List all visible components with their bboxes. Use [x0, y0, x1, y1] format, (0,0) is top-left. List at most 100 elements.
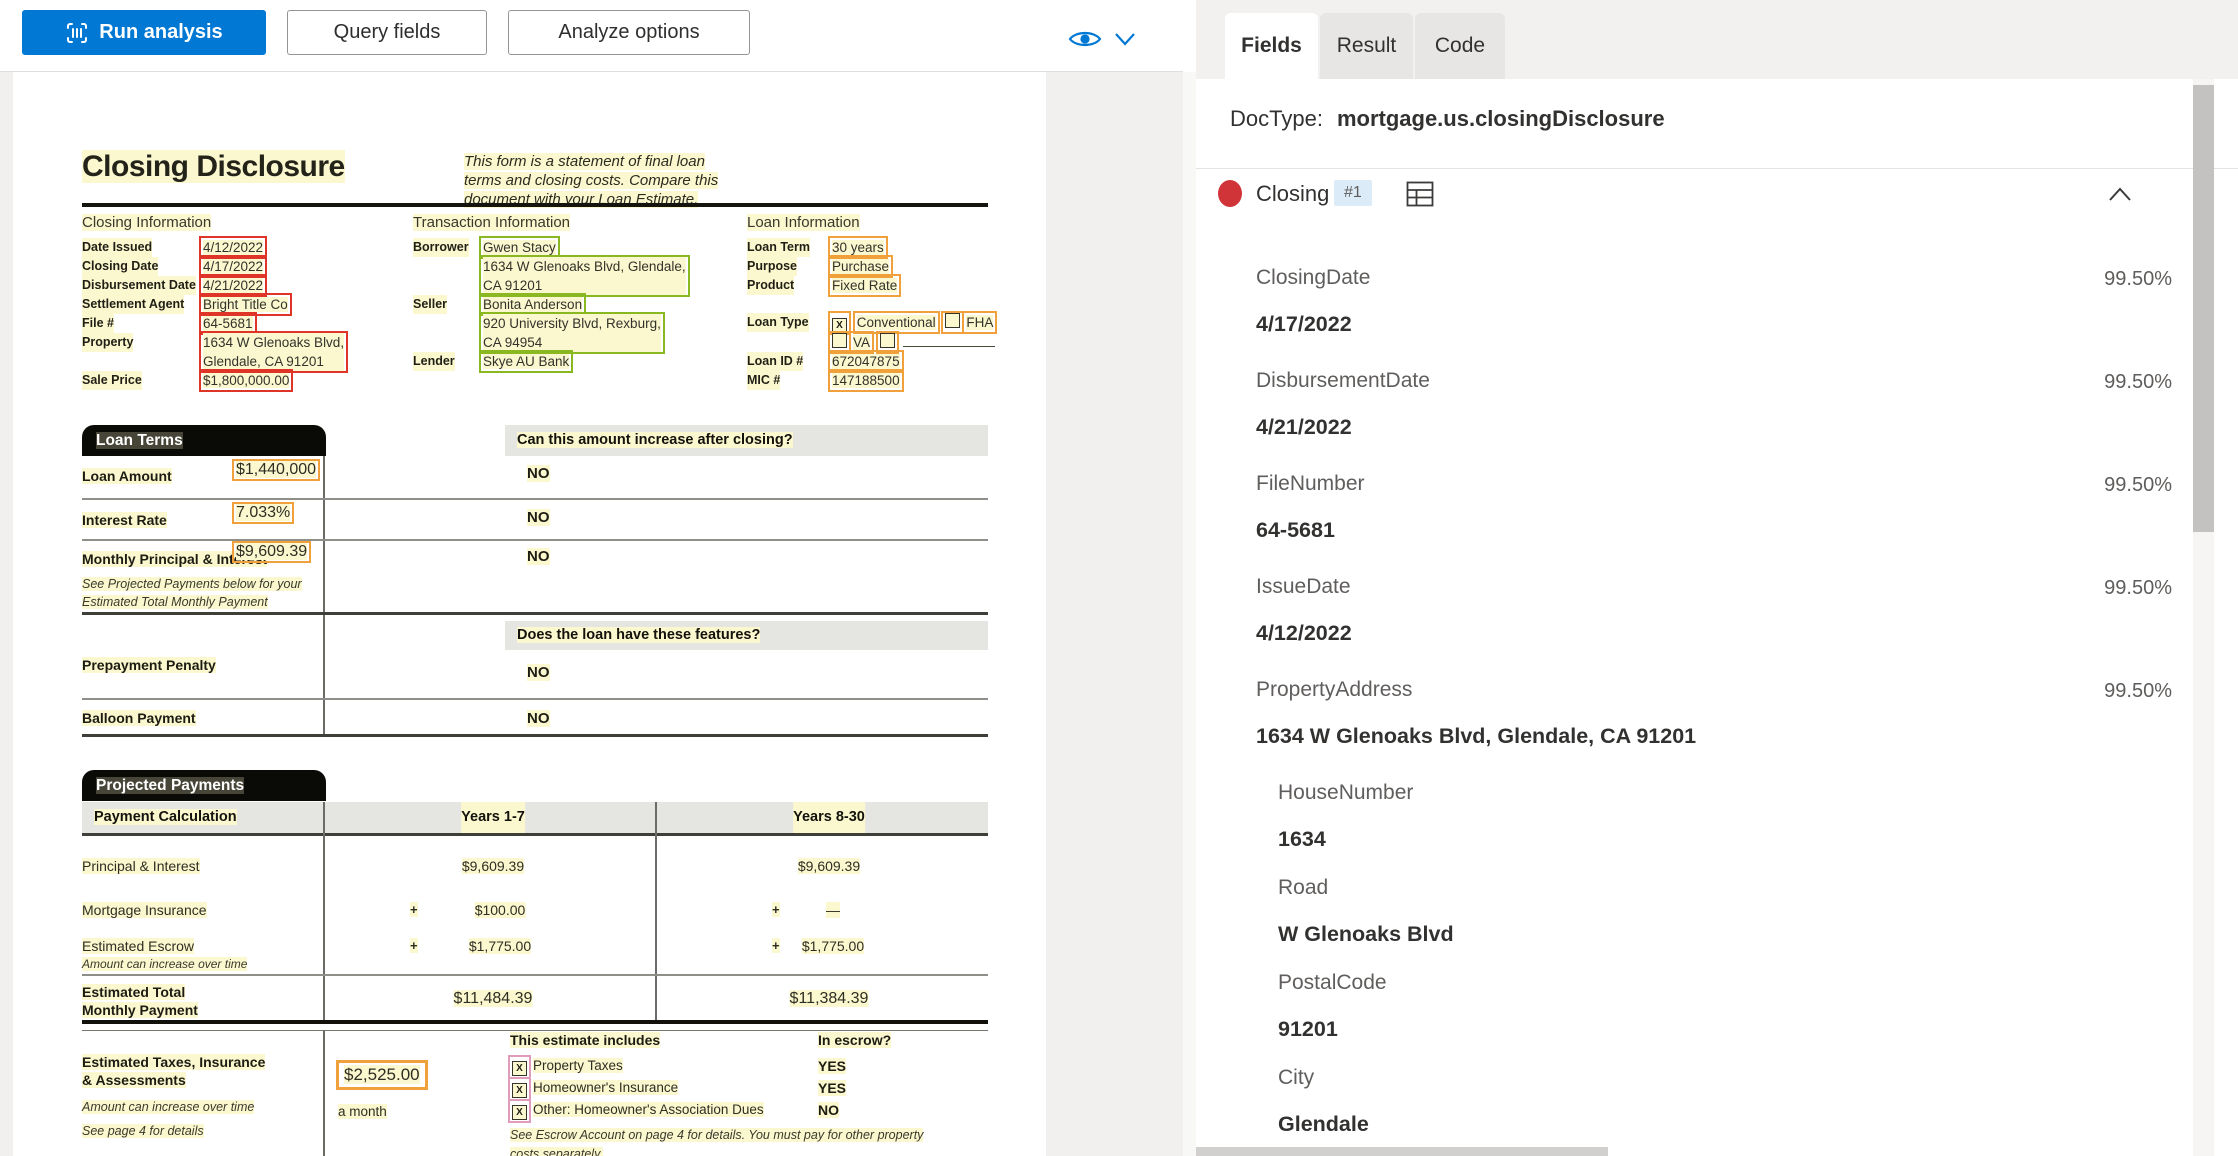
analyze-options-button[interactable]: Analyze options: [508, 10, 750, 55]
doctype-value: mortgage.us.closingDisclosure: [1336, 106, 1665, 131]
mortgage-insurance-label: Mortgage Insurance: [82, 902, 207, 918]
field-row-FileNumber[interactable]: FileNumber 99.50% 64-5681: [1256, 472, 2172, 543]
loan-amount-value: $1,440,000: [232, 459, 321, 481]
ocr-box-product[interactable]: Fixed Rate: [828, 274, 902, 297]
ocr-box-checkbox[interactable]: X: [508, 1055, 531, 1079]
include-item: X Other: Homeowner's Association Dues: [508, 1099, 764, 1123]
loan-terms-question2: Does the loan have these features?: [505, 621, 988, 650]
ocr-box-property[interactable]: 1634 W Glenoaks Blvd, Glendale, CA 91201: [199, 331, 349, 373]
field-row-PostalCode[interactable]: PostalCode 91201: [1278, 971, 2172, 1042]
query-fields-button[interactable]: Query fields: [287, 10, 487, 55]
closing-section-header[interactable]: Closing #1: [1196, 180, 2238, 214]
escrow-answer: YES: [818, 1058, 847, 1074]
doc-field-row: Sale Price $1,800,000.00: [82, 369, 412, 392]
estimated-total-label2: Monthly Payment: [82, 1002, 198, 1018]
field-name: PostalCode: [1278, 971, 1387, 994]
projected-payments-tab: Projected Payments: [82, 770, 326, 801]
visibility-eye-icon[interactable]: [1068, 27, 1102, 51]
estimated-escrow-note: Amount can increase over time: [82, 957, 248, 971]
field-row-DisbursementDate[interactable]: DisbursementDate 99.50% 4/21/2022: [1256, 369, 2172, 440]
escrow-answer: YES: [818, 1080, 847, 1096]
checkbox-checked-icon: X: [512, 1105, 527, 1120]
section-color-dot: [1218, 180, 1242, 207]
analyze-options-label: Analyze options: [558, 21, 700, 43]
principal-interest-label: Principal & Interest: [82, 858, 200, 874]
closing-info-heading: Closing Information: [82, 214, 212, 231]
field-row-City[interactable]: City Glendale: [1278, 1066, 2172, 1137]
in-escrow-heading: In escrow?: [818, 1032, 892, 1048]
field-confidence: 99.50%: [2104, 577, 2172, 599]
ocr-box-fha-check[interactable]: [941, 311, 965, 334]
run-analysis-button[interactable]: Run analysis: [22, 10, 266, 55]
interest-rate-answer: NO: [527, 509, 550, 526]
panel-scrollbar-thumb[interactable]: [2193, 85, 2214, 532]
field-name: HouseNumber: [1278, 781, 1414, 804]
closing-info-column: Date Issued 4/12/2022 Closing Date 4/17/20…: [82, 236, 412, 392]
toolbar: Run analysis Query fields Analyze option…: [0, 0, 1183, 72]
loan-terms-question1: Can this amount increase after closing?: [505, 425, 988, 456]
ocr-box-sale-price[interactable]: $1,800,000.00: [199, 369, 294, 392]
panel-horizontal-scrollbar[interactable]: [1196, 1147, 1608, 1156]
ocr-box-mic[interactable]: 147188500: [828, 369, 904, 392]
col-divider: [323, 1030, 325, 1156]
ocr-box-lender[interactable]: Skye AU Bank: [479, 350, 574, 373]
ocr-box-borrower-address[interactable]: 1634 W Glenoaks Blvd, Glendale, CA 91201: [479, 255, 690, 297]
doc-title: Closing Disclosure: [82, 150, 345, 183]
tab-fields[interactable]: Fields: [1225, 13, 1318, 79]
loan-amount-label: Loan Amount: [82, 468, 172, 484]
field-name: Road: [1278, 876, 1329, 899]
field-name: City: [1278, 1066, 1315, 1089]
estimated-total-y1: $11,484.39: [453, 990, 533, 1007]
ocr-box-monthly-pi[interactable]: $9,609.39: [232, 541, 312, 563]
interest-rate-value: 7.033%: [232, 502, 295, 524]
escrow-answer: NO: [818, 1102, 839, 1118]
tab-result[interactable]: Result: [1320, 13, 1413, 79]
ocr-box-seller-address[interactable]: 920 University Blvd, Rexburg, CA 94954: [479, 312, 665, 354]
plus-sign: +: [772, 938, 780, 953]
plus-sign: +: [772, 902, 780, 917]
estimated-total-label1: Estimated Total: [82, 984, 186, 1000]
field-row-ClosingDate[interactable]: ClosingDate 99.50% 4/17/2022: [1256, 266, 2172, 337]
ocr-box-loan-amount[interactable]: $1,440,000: [232, 459, 321, 481]
chevron-up-icon[interactable]: [2108, 186, 2132, 202]
field-name: ClosingDate: [1256, 266, 1371, 289]
checkbox-empty-icon: [945, 313, 961, 328]
document-viewer[interactable]: Closing Disclosure This form is a statem…: [0, 72, 1196, 1156]
field-value: W Glenoaks Blvd: [1278, 922, 1454, 946]
field-confidence: 99.50%: [2104, 680, 2172, 702]
field-row-Road[interactable]: Road W Glenoaks Blvd: [1278, 876, 2172, 947]
chevron-down-icon[interactable]: [1114, 31, 1136, 47]
a-month-label: a month: [338, 1104, 387, 1119]
doc-intro: This form is a statement of final loan t…: [464, 153, 719, 208]
field-value: 91201: [1278, 1017, 1338, 1041]
monthly-pi-note1: See Projected Payments below for your: [82, 577, 302, 591]
field-name: PropertyAddress: [1256, 678, 1413, 701]
ocr-box-checkbox[interactable]: X: [508, 1077, 531, 1101]
transaction-info-column: Borrower Gwen Stacy 1634 W Glenoaks Blvd, …: [413, 236, 743, 373]
loan-type-row: Loan Type X Conventional FHA: [747, 311, 1046, 335]
field-value: 1634: [1278, 827, 1326, 851]
ocr-box-checkbox[interactable]: X: [508, 1099, 531, 1123]
table-bottom-thick-line: [82, 1020, 988, 1024]
ocr-box-taxes-amount[interactable]: $2,525.00: [336, 1060, 428, 1090]
field-row-IssueDate[interactable]: IssueDate 99.50% 4/12/2022: [1256, 575, 2172, 646]
ocr-box-interest-rate[interactable]: 7.033%: [232, 502, 295, 524]
doc-field-row: Borrower Gwen Stacy 1634 W Glenoaks Blvd, …: [413, 236, 743, 297]
field-name: IssueDate: [1256, 575, 1351, 598]
field-row-PropertyAddress[interactable]: PropertyAddress 99.50% 1634 W Glenoaks Blv…: [1256, 678, 2172, 749]
document-scrollbar[interactable]: [1183, 72, 1196, 1156]
doc-field-row: Product Fixed Rate: [747, 274, 1046, 297]
field-row-HouseNumber[interactable]: HouseNumber 1634: [1278, 781, 2172, 852]
ocr-box-fha[interactable]: FHA: [962, 311, 998, 334]
divider: [1196, 168, 2238, 169]
field-value: 1634 W Glenoaks Blvd, Glendale, CA 91201: [1256, 724, 1697, 748]
field-value: 4/12/2022: [1256, 621, 1352, 645]
field-name: FileNumber: [1256, 472, 1365, 495]
panel-scrollbar[interactable]: [2193, 79, 2214, 1156]
tab-code[interactable]: Code: [1415, 13, 1505, 79]
balloon-payment-label: Balloon Payment: [82, 710, 196, 726]
loan-terms-tab: Loan Terms: [82, 425, 326, 456]
row-line: [82, 498, 988, 500]
table-icon[interactable]: [1406, 181, 1434, 207]
doctype-row: DocType: mortgage.us.closingDisclosure: [1230, 106, 1665, 132]
